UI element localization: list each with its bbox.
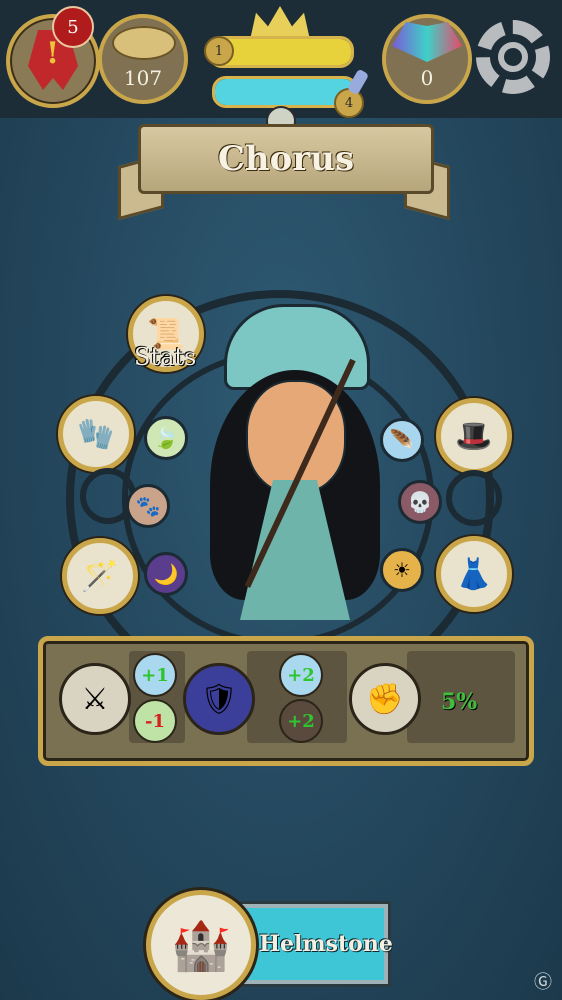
crit-percent: 5% (441, 689, 478, 715)
staff-slot[interactable]: 🪄 (62, 538, 138, 614)
crossed-swords-icon: ⚔ (81, 681, 109, 717)
feather-orb-icon[interactable]: 🪶 (380, 418, 424, 462)
empty-slot-right[interactable] (446, 470, 502, 526)
gems-icon (392, 22, 462, 62)
paw-orb-icon[interactable]: 🐾 (126, 484, 170, 528)
hat-slot[interactable]: 🎩 (436, 398, 512, 474)
coins-button[interactable]: 107 (98, 14, 188, 104)
skull-orb-icon[interactable]: 💀 (398, 480, 442, 524)
weapon-mod-1: +1 (133, 653, 177, 697)
armor-mod-1-value: +2 (287, 664, 315, 686)
strength-slot[interactable]: ✊ (349, 663, 421, 735)
level-badge: 1 (204, 36, 234, 66)
leaf-orb-icon[interactable]: 🍃 (144, 416, 188, 460)
character-name-banner: Chorus (138, 124, 434, 194)
equipment-bonus-panel: ⚔ +1 -1 🛡 +2 +2 ✊ 5% (38, 636, 534, 766)
sun-orb-icon[interactable]: ☀ (380, 548, 424, 592)
gems-button[interactable]: 0 (382, 14, 472, 104)
armor-mod-2-value: +2 (287, 710, 315, 732)
weapon-mod-1-value: +1 (141, 664, 169, 686)
town-name: Helmstone (259, 931, 393, 957)
castle-icon: 🏰 (171, 917, 231, 974)
gems-count: 0 (420, 66, 434, 90)
staff-icon: 🪄 (81, 558, 119, 594)
stats-label: Stats (134, 343, 197, 371)
coins-icon (112, 26, 176, 60)
coins-count: 107 (123, 66, 163, 90)
character-name: Chorus (217, 139, 355, 179)
robe-icon: 👗 (455, 556, 493, 592)
glove-icon: 🧤 (77, 416, 115, 452)
moon-orb-icon[interactable]: 🌙 (144, 552, 188, 596)
fist-icon: ✊ (366, 681, 404, 717)
watermark-logo: Ⓖ (534, 972, 552, 993)
quest-count-badge: 5 (52, 6, 94, 48)
weapon-mod-2-value: -1 (145, 710, 165, 732)
settings-gear-button[interactable] (470, 14, 556, 100)
weapon-mod-2: -1 (133, 699, 177, 743)
shield-icon: 🛡 (199, 681, 239, 717)
robe-slot[interactable]: 👗 (436, 536, 512, 612)
armor-slot[interactable]: 🛡 (183, 663, 255, 735)
potion-count-badge: 4 (334, 88, 364, 118)
gear-hub (498, 42, 528, 72)
glove-slot[interactable]: 🧤 (58, 396, 134, 472)
wizard-hat-icon: 🎩 (455, 418, 493, 454)
armor-mod-1: +2 (279, 653, 323, 697)
town-castle-button[interactable]: 🏰 (146, 890, 256, 1000)
armor-mod-2: +2 (279, 699, 323, 743)
weapon-slot[interactable]: ⚔ (59, 663, 131, 735)
character-portrait (200, 300, 390, 630)
